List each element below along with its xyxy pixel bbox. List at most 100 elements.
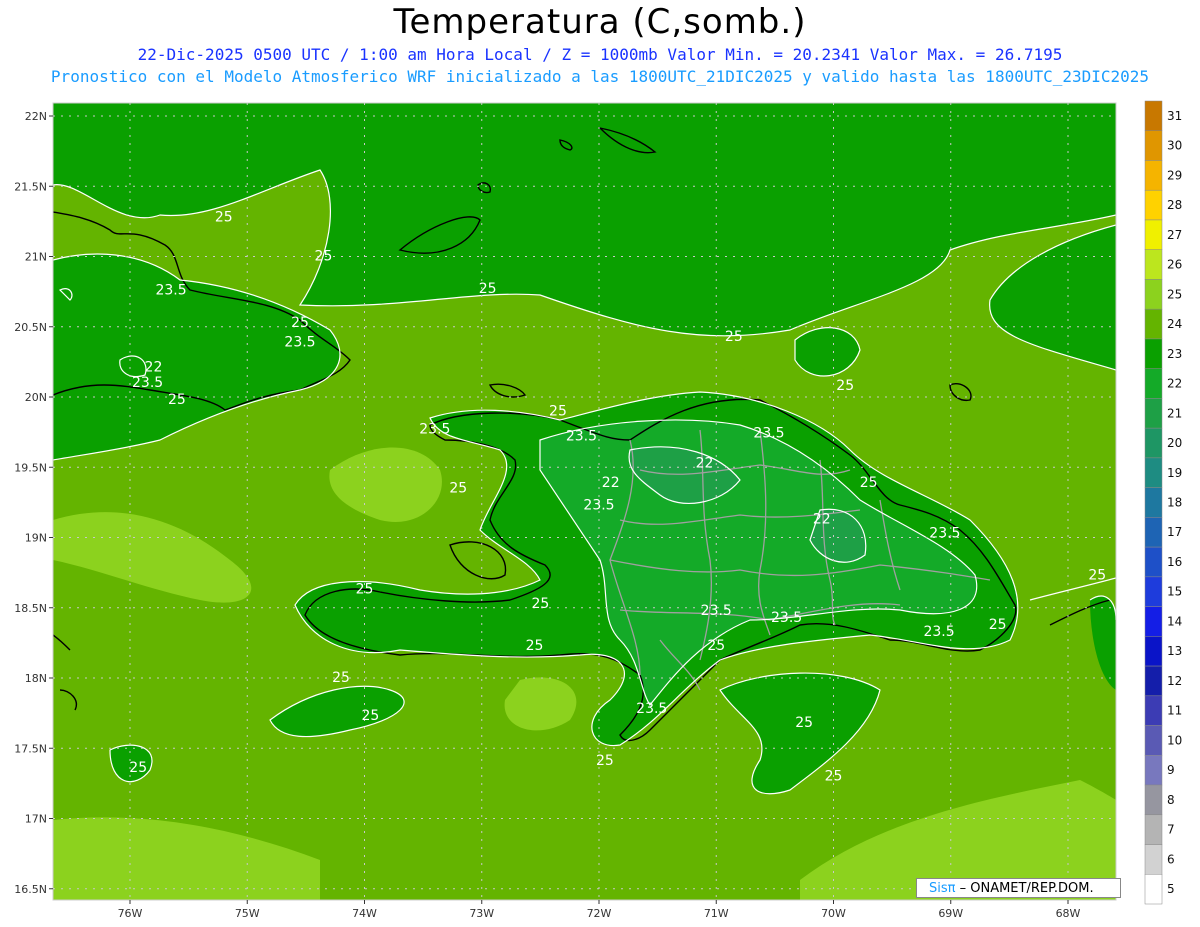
colorbar-swatch — [1144, 189, 1163, 221]
colorbar-label: 7 — [1167, 823, 1175, 837]
contour-label: 25 — [725, 329, 743, 345]
contour-label: 23.5 — [419, 422, 450, 438]
lon-tick-label: 74W — [352, 907, 377, 920]
temperature-map: 25 25 23.5 25 23.5 22 23.5 25 25 25 25 25 23.5 23.5 23… — [14, 100, 1182, 920]
colorbar-label: 8 — [1167, 793, 1175, 807]
colorbar-label: 11 — [1167, 704, 1182, 718]
contour-label: 25 — [449, 481, 467, 497]
colorbar-swatch — [1144, 338, 1163, 369]
colorbar-swatch — [1144, 308, 1163, 340]
colorbar-swatch — [1144, 814, 1163, 845]
contour-label: 22 — [696, 455, 714, 471]
contour-label: 25 — [479, 281, 497, 297]
colorbar-label: 13 — [1167, 644, 1182, 658]
lat-tick-label: 18N — [25, 672, 47, 685]
colorbar-label: 6 — [1167, 852, 1175, 866]
lat-tick-label: 18.5N — [14, 602, 47, 615]
colorbar-label: 14 — [1167, 614, 1182, 628]
colorbar-label: 12 — [1167, 674, 1182, 688]
colorbar-label: 31 — [1167, 109, 1182, 123]
colorbar-label: 10 — [1167, 733, 1182, 747]
lat-tick-label: 17N — [25, 813, 47, 826]
lat-tick-label: 16.5N — [14, 883, 47, 896]
contour-label: 23.5 — [566, 429, 597, 445]
colorbar-label: 25 — [1167, 287, 1182, 301]
lat-tick-label: 17.5N — [14, 742, 47, 755]
lat-tick-label: 22N — [25, 110, 47, 123]
colorbar-swatch — [1144, 874, 1163, 905]
contour-label: 25 — [129, 760, 147, 776]
colorbar-swatch — [1144, 487, 1163, 518]
contour-label: 23.5 — [583, 497, 614, 513]
lon-tick-label: 72W — [587, 907, 612, 920]
colorbar-swatch — [1144, 398, 1163, 429]
colorbar-label: 28 — [1167, 198, 1182, 212]
lat-tick-label: 20N — [25, 391, 47, 404]
contour-label: 25 — [989, 617, 1007, 633]
contour-label: 25 — [795, 715, 813, 731]
colorbar-swatch — [1144, 160, 1163, 191]
lon-tick-label: 70W — [821, 907, 846, 920]
lon-tick-label: 69W — [938, 907, 963, 920]
colorbar-swatch — [1144, 636, 1163, 667]
lon-tick-label: 75W — [235, 907, 260, 920]
contour-label: 25 — [836, 378, 854, 394]
contour-label: 23.5 — [155, 282, 186, 298]
colorbar-label: 19 — [1167, 466, 1182, 480]
contour-label: 23.5 — [132, 375, 163, 391]
contour-label: 25 — [332, 670, 350, 686]
contour-label: 25 — [549, 403, 567, 419]
colorbar-swatch — [1144, 606, 1163, 637]
lon-tick-label: 76W — [118, 907, 143, 920]
contour-label: 23.5 — [929, 526, 960, 542]
lat-tick-label: 19N — [25, 532, 47, 545]
contour-label: 23.5 — [284, 334, 315, 350]
colorbar-swatch — [1144, 665, 1163, 697]
organization-label: – ONAMET/REP.DOM. — [955, 881, 1094, 896]
colorbar-swatch — [1144, 100, 1163, 131]
colorbar-swatch — [1144, 249, 1163, 280]
colorbar-label: 17 — [1167, 525, 1182, 539]
temperature-colorbar: 31 30 29 28 27 26 25 24 23 22 21 20 19 18 17 16 15 14 13 12… — [1144, 100, 1182, 905]
longitude-axis: 76W 75W 74W 73W 72W 71W 70W 69W 68W — [118, 900, 1081, 920]
contour-label: 23.5 — [701, 603, 732, 619]
colorbar-swatch — [1144, 844, 1163, 875]
contour-label: 22 — [602, 475, 620, 491]
contour-label: 23.5 — [636, 701, 667, 717]
colorbar-label: 29 — [1167, 168, 1182, 182]
contour-label: 25 — [825, 769, 843, 785]
colorbar-swatch — [1144, 695, 1163, 726]
contour-label: 25 — [168, 392, 186, 408]
colorbar-label: 22 — [1167, 377, 1182, 391]
colorbar-label: 15 — [1167, 585, 1182, 599]
contour-label: 25 — [860, 475, 878, 491]
lat-tick-label: 19.5N — [14, 461, 47, 474]
colorbar-swatch — [1144, 130, 1163, 161]
contour-label: 25 — [707, 638, 725, 654]
contour-label: 25 — [361, 708, 379, 724]
lon-tick-label: 71W — [704, 907, 729, 920]
contour-label: 23.5 — [753, 426, 784, 442]
colorbar-swatch — [1144, 427, 1163, 459]
colorbar-swatch — [1144, 725, 1163, 756]
contour-label: 25 — [531, 596, 549, 612]
sispi-logo-text: Sisπ — [929, 881, 956, 896]
colorbar-label: 24 — [1167, 317, 1182, 331]
colorbar-label: 26 — [1167, 258, 1182, 272]
lon-tick-label: 68W — [1056, 907, 1081, 920]
colorbar-swatch — [1144, 219, 1163, 250]
colorbar-swatch — [1144, 755, 1163, 786]
contour-label: 25 — [291, 315, 309, 331]
colorbar-swatch — [1144, 546, 1163, 578]
colorbar-swatch — [1144, 279, 1163, 310]
colorbar-swatch — [1144, 517, 1163, 548]
contour-label: 25 — [1088, 568, 1106, 584]
colorbar-label: 5 — [1167, 882, 1175, 896]
lat-tick-label: 20.5N — [14, 321, 47, 334]
lat-tick-label: 21.5N — [14, 180, 47, 193]
colorbar-label: 16 — [1167, 555, 1182, 569]
colorbar-label: 21 — [1167, 406, 1182, 420]
lon-tick-label: 73W — [469, 907, 494, 920]
contour-label: 23.5 — [923, 624, 954, 640]
contour-label: 23.5 — [771, 610, 802, 626]
